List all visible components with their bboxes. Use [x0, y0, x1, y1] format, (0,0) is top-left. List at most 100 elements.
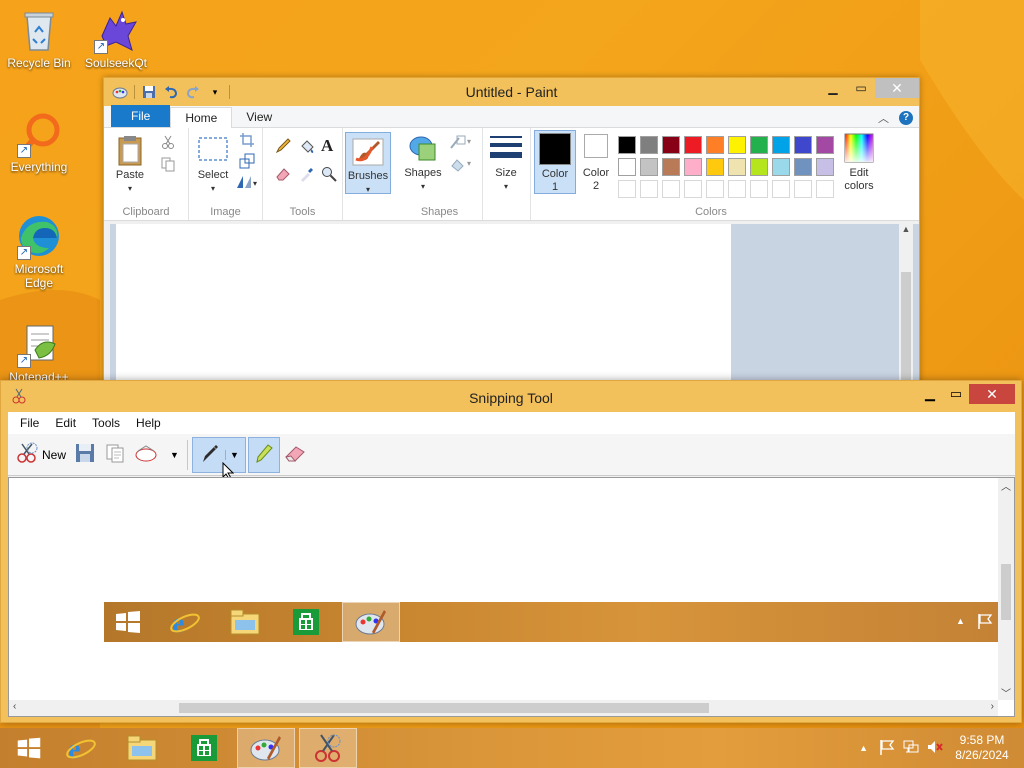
taskbar-paint[interactable] — [237, 728, 295, 768]
new-snip-button[interactable]: New — [12, 439, 70, 471]
custom-color-slot[interactable] — [750, 180, 768, 198]
start-button[interactable] — [0, 728, 58, 768]
edit-colors-button[interactable]: Edit colors — [839, 132, 879, 193]
desktop-icon-recycle-bin[interactable]: Recycle Bin — [1, 6, 77, 70]
palette-swatch[interactable] — [750, 136, 768, 154]
custom-color-slot[interactable] — [684, 180, 702, 198]
outline-icon[interactable]: ▾ — [449, 134, 473, 150]
palette-swatch[interactable] — [618, 136, 636, 154]
custom-color-slot[interactable] — [816, 180, 834, 198]
chevron-down-icon[interactable]: ▼ — [170, 450, 179, 460]
palette-swatch[interactable] — [618, 158, 636, 176]
custom-color-slot[interactable] — [794, 180, 812, 198]
send-snip-button[interactable]: ▼ — [130, 439, 183, 471]
crop-icon[interactable] — [239, 132, 255, 148]
paint-titlebar[interactable]: ▾ Untitled - Paint ▁ ▭ ✕ — [104, 78, 919, 106]
pencil-icon[interactable] — [275, 138, 291, 154]
palette-swatch[interactable] — [772, 136, 790, 154]
color1-button[interactable]: Color 1 — [534, 130, 576, 194]
custom-color-slot[interactable] — [662, 180, 680, 198]
tab-file[interactable]: File — [111, 105, 171, 127]
text-tool-icon[interactable]: A — [321, 136, 337, 155]
palette-swatch[interactable] — [684, 158, 702, 176]
show-hidden-icons-icon[interactable]: ▲ — [859, 743, 868, 753]
copy-button[interactable] — [100, 439, 130, 471]
paste-button[interactable]: Paste ▾ — [110, 134, 150, 195]
palette-swatch[interactable] — [684, 136, 702, 154]
cut-icon[interactable] — [160, 134, 176, 150]
scroll-down-icon[interactable]: ﹀ — [998, 685, 1014, 700]
palette-swatch[interactable] — [750, 158, 768, 176]
palette-swatch[interactable] — [772, 158, 790, 176]
taskbar-snipping-tool[interactable] — [299, 728, 357, 768]
select-button[interactable]: Select ▾ — [193, 134, 233, 195]
close-button[interactable]: ✕ — [875, 78, 919, 98]
palette-swatch[interactable] — [662, 136, 680, 154]
palette-swatch[interactable] — [662, 158, 680, 176]
magnifier-icon[interactable] — [321, 166, 337, 182]
brushes-button[interactable]: Brushes ▾ — [345, 132, 391, 194]
pen-dropdown-icon[interactable]: ▼ — [224, 449, 239, 460]
palette-swatch[interactable] — [706, 158, 724, 176]
custom-color-slot[interactable] — [640, 180, 658, 198]
close-button[interactable]: ✕ — [969, 384, 1015, 404]
copy-icon[interactable] — [160, 156, 176, 172]
menu-file[interactable]: File — [12, 416, 47, 430]
drawing-canvas[interactable] — [116, 224, 731, 396]
taskbar-internet-explorer[interactable]: e — [52, 728, 110, 768]
scroll-up-icon[interactable]: ︿ — [998, 478, 1014, 494]
custom-color-slot[interactable] — [706, 180, 724, 198]
custom-color-slot[interactable] — [728, 180, 746, 198]
vertical-scroll-thumb[interactable] — [1001, 564, 1011, 620]
rotate-icon[interactable]: ▾ — [235, 174, 259, 190]
palette-swatch[interactable] — [640, 158, 658, 176]
menu-edit[interactable]: Edit — [47, 416, 84, 430]
volume-muted-icon[interactable] — [926, 738, 944, 759]
palette-swatch[interactable] — [728, 136, 746, 154]
palette-swatch[interactable] — [728, 158, 746, 176]
taskbar-file-explorer[interactable] — [113, 728, 171, 768]
paint-vertical-scrollbar[interactable]: ▲ — [899, 224, 913, 396]
pen-button[interactable]: ▼ — [191, 436, 246, 473]
snip-canvas[interactable]: e ▲ ︿ ﹀ ‹ › — [8, 477, 1015, 717]
highlighter-button[interactable] — [247, 436, 280, 473]
palette-swatch[interactable] — [794, 136, 812, 154]
maximize-button[interactable]: ▭ — [847, 78, 875, 98]
minimize-ribbon-icon[interactable]: ︿ — [878, 110, 889, 126]
palette-swatch[interactable] — [640, 136, 658, 154]
desktop-icon-notepadpp[interactable]: ↗ Notepad++ — [1, 320, 77, 384]
action-center-flag-icon[interactable] — [878, 738, 896, 759]
tab-view[interactable]: View — [232, 107, 286, 127]
scroll-right-icon[interactable]: › — [991, 701, 994, 712]
minimize-button[interactable]: ▁ — [917, 384, 943, 404]
desktop-icon-everything[interactable]: ↗ Everything — [1, 110, 77, 174]
snipping-titlebar[interactable]: Snipping Tool ▁ ▭ ✕ — [1, 381, 1021, 411]
palette-swatch[interactable] — [794, 158, 812, 176]
system-clock[interactable]: 9:58 PM 8/26/2024 — [950, 733, 1014, 763]
save-snip-button[interactable] — [70, 439, 100, 471]
scroll-up-icon[interactable]: ▲ — [899, 224, 913, 234]
snip-vertical-scrollbar[interactable]: ︿ ﹀ — [998, 478, 1014, 700]
color2-button[interactable]: Color 2 — [577, 134, 615, 193]
desktop-icon-microsoft-edge[interactable]: ↗ Microsoft Edge — [1, 212, 77, 290]
snip-horizontal-scrollbar[interactable]: ‹ › — [9, 700, 998, 716]
resize-icon[interactable] — [239, 153, 255, 169]
custom-color-slot[interactable] — [618, 180, 636, 198]
color-picker-icon[interactable] — [299, 166, 315, 182]
menu-help[interactable]: Help — [128, 416, 169, 430]
desktop-icon-soulseekqt[interactable]: ↗ SoulseekQt — [78, 6, 154, 70]
eraser-button[interactable] — [280, 439, 312, 471]
scroll-thumb[interactable] — [901, 272, 911, 396]
shapes-button[interactable]: Shapes ▾ — [403, 132, 443, 193]
palette-swatch[interactable] — [816, 136, 834, 154]
help-icon[interactable]: ? — [899, 111, 913, 125]
scroll-left-icon[interactable]: ‹ — [13, 701, 16, 712]
minimize-button[interactable]: ▁ — [819, 78, 847, 98]
taskbar-store[interactable] — [175, 728, 233, 768]
fill-bucket-icon[interactable] — [299, 138, 315, 154]
network-icon[interactable] — [902, 738, 920, 759]
eraser-icon[interactable] — [275, 166, 291, 182]
horizontal-scroll-thumb[interactable] — [179, 703, 709, 713]
palette-swatch[interactable] — [816, 158, 834, 176]
custom-color-slot[interactable] — [772, 180, 790, 198]
